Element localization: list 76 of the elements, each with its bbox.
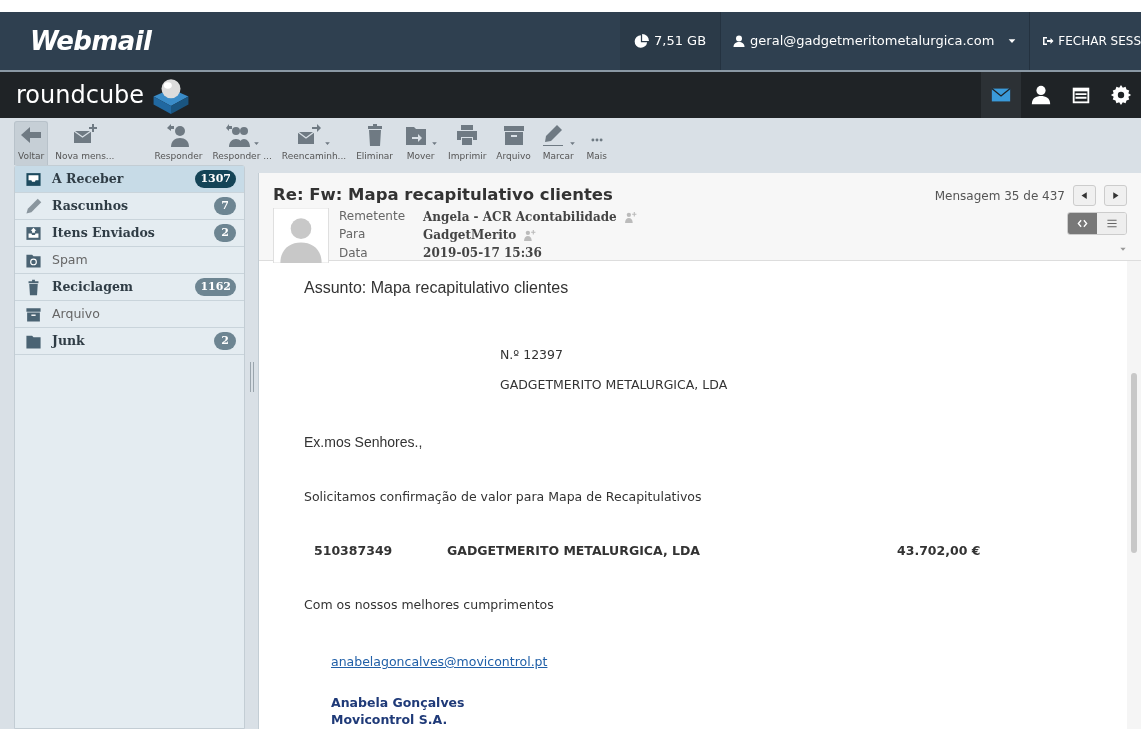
- toolbar-button[interactable]: Mover: [400, 121, 442, 165]
- folder-item[interactable]: Arquivo: [15, 301, 244, 328]
- quota-text: 7,51 GB: [654, 32, 707, 51]
- code-brackets-icon: [1076, 218, 1089, 229]
- toolbar-button[interactable]: Marcar: [537, 121, 579, 165]
- reply-people-icon: [224, 122, 251, 147]
- folder-name: Spam: [52, 250, 89, 269]
- folder-item[interactable]: A Receber 1307: [15, 166, 244, 193]
- toolbar-button[interactable]: Eliminar: [353, 121, 397, 165]
- toolbar-button[interactable]: Voltar: [14, 121, 49, 165]
- toolbar-button[interactable]: Imprimir: [445, 121, 490, 165]
- unread-count: 1307: [195, 170, 236, 188]
- email-text: N.º 12397: [500, 347, 564, 363]
- folder-name: Rascunhos: [52, 196, 130, 215]
- logout-icon: [1042, 35, 1055, 47]
- unread-count: 2: [214, 332, 236, 350]
- header-label: Para: [339, 226, 367, 244]
- archive-box-icon: [25, 305, 42, 323]
- folder-name: Itens Enviados: [52, 223, 156, 242]
- lines-icon: [1105, 218, 1118, 229]
- header-value: GadgetMerito: [423, 227, 517, 244]
- email-text: Com os nossos melhores cumprimentos: [304, 597, 555, 613]
- toolbar-button[interactable]: Responder ...: [209, 121, 275, 165]
- folder-name: Junk: [52, 331, 86, 350]
- unread-count: 7: [214, 197, 236, 215]
- unread-count: 1162: [195, 278, 236, 296]
- table-cell-text: 510387349: [314, 543, 394, 559]
- folder-item[interactable]: Reciclagem 1162: [15, 274, 244, 301]
- sent-tray-icon: [25, 224, 42, 242]
- html-view-toggle[interactable]: [1068, 213, 1097, 234]
- folder-item[interactable]: Spam: [15, 247, 244, 274]
- email-link[interactable]: anabelagoncalves@movicontrol.pt: [331, 653, 548, 672]
- pie-chart-icon: [634, 33, 649, 49]
- folder-name: Arquivo: [52, 304, 101, 323]
- signature-line: Anabela Gonçalves: [331, 693, 466, 711]
- toolbar-button[interactable]: Nova mens...: [52, 121, 118, 165]
- user-icon: [733, 35, 746, 47]
- header-label: Data: [339, 244, 369, 262]
- signature-line: Movicontrol S.A.: [331, 710, 449, 728]
- email-text: Solicitamos confirmação de valor para Mapa de Recapitulativos: [304, 489, 703, 505]
- contacts-icon: [1030, 84, 1052, 106]
- table-cell-text: 43.702,00 €: [897, 543, 982, 559]
- previous-button[interactable]: [1073, 185, 1096, 206]
- header-value: 2019-05-17 15:36: [423, 245, 542, 263]
- message-counter: Mensagem 35 de 437: [934, 187, 1065, 205]
- folder-item[interactable]: Rascunhos 7: [15, 193, 244, 220]
- inbox-icon: [25, 170, 42, 188]
- triangle-left-icon: [1080, 191, 1089, 200]
- email-text: Ex.mos Senhores.,: [304, 433, 424, 451]
- email-text: Assunto: Mapa recapitulativo clientes: [304, 279, 570, 297]
- settings-icon: [1110, 84, 1132, 106]
- message-subject: Re: Fw: Mapa recapitulativo clientes: [273, 185, 614, 205]
- toolbar-button[interactable]: Mais: [582, 121, 611, 165]
- triangle-right-icon: [1111, 191, 1120, 200]
- toolbar-button[interactable]: Reencaminh...: [278, 121, 350, 165]
- toolbar-button[interactable]: Responder: [151, 121, 206, 165]
- table-cell-text: GADGETMERITO METALURGICA, LDA: [447, 543, 701, 559]
- scrollbar[interactable]: [1127, 261, 1141, 729]
- folder-item[interactable]: Itens Enviados 2: [15, 220, 244, 247]
- folder-name: Reciclagem: [52, 277, 135, 296]
- pencil-icon: [25, 197, 42, 215]
- folder-item[interactable]: Junk 2: [15, 328, 244, 355]
- next-button[interactable]: [1104, 185, 1127, 206]
- header-value: Angela - ACR Acontabilidade: [423, 208, 617, 226]
- email-text: GADGETMERITO METALURGICA, LDA: [500, 377, 729, 393]
- header-label: Remetente: [339, 208, 406, 225]
- brand-logo: Webmail: [30, 24, 153, 58]
- unread-count: 2: [214, 224, 236, 242]
- toolbar-button[interactable]: Arquivo: [493, 121, 534, 165]
- forward-envelope-icon: [296, 122, 323, 147]
- plain-view-toggle[interactable]: [1097, 213, 1126, 234]
- caret-icon: [1119, 245, 1127, 253]
- roundcube-logo: roundcube: [16, 80, 145, 111]
- reply-person-icon: [165, 122, 192, 147]
- caret-icon: [1007, 36, 1018, 46]
- folder-name: A Receber: [52, 169, 125, 188]
